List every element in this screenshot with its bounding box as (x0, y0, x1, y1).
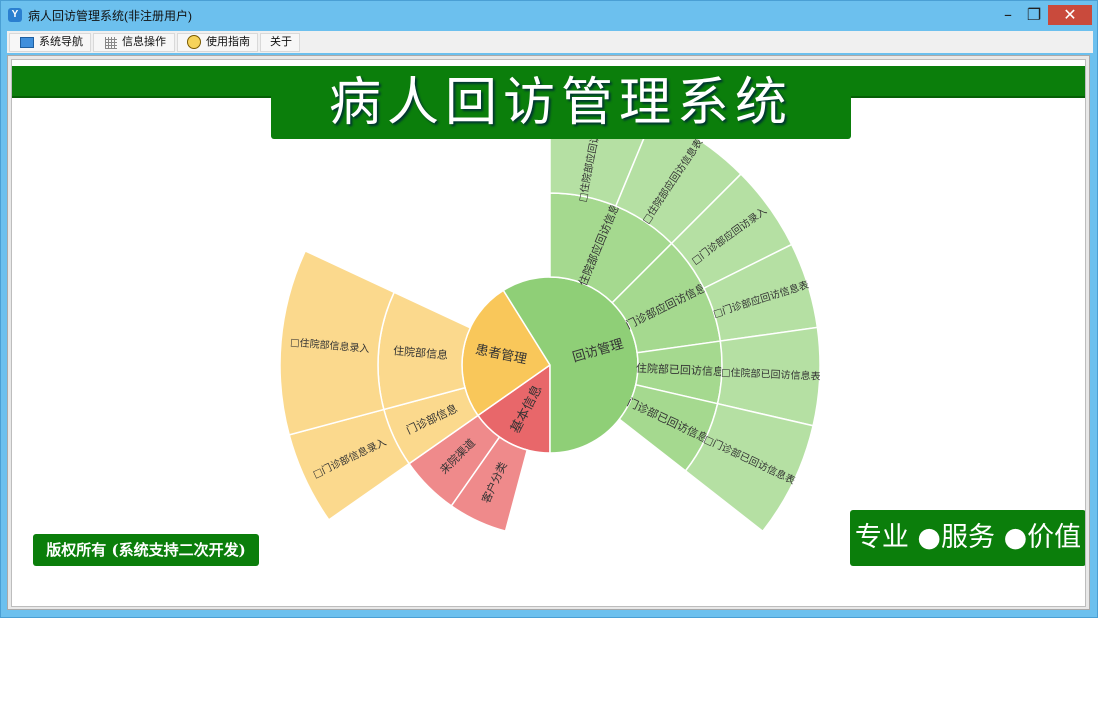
menu-item-user-guide[interactable]: 使用指南 (177, 33, 258, 52)
app-window: Y 病人回访管理系统(非注册用户) – ❐ ✕ 系统导航 信息操作 使用指南 关… (0, 0, 1098, 618)
copyright-badge: 版权所有 (系统支持二次开发) (33, 534, 259, 566)
canvas-area: 基本信息人员信息来院渠道客户分类患者管理门诊部信息□门诊部信息录入住院部信息□住… (11, 59, 1086, 607)
title-bar[interactable]: Y 病人回访管理系统(非注册用户) – ❐ ✕ (1, 1, 1097, 29)
main-panel: 基本信息人员信息来院渠道客户分类患者管理门诊部信息□门诊部信息录入住院部信息□住… (7, 55, 1090, 610)
menu-bar: 系统导航 信息操作 使用指南 关于 (7, 31, 1093, 53)
monitor-icon (20, 37, 34, 48)
menu-item-system-nav[interactable]: 系统导航 (9, 33, 91, 52)
close-button[interactable]: ✕ (1048, 5, 1092, 25)
menu-label: 系统导航 (39, 36, 83, 48)
menu-label: 使用指南 (206, 36, 250, 48)
menu-label: 信息操作 (122, 36, 166, 48)
maximize-button[interactable]: ❐ (1023, 5, 1045, 25)
window-title: 病人回访管理系统(非注册用户) (28, 9, 192, 23)
slogan-badge: 专业 ●服务 ●价值 (850, 510, 1085, 566)
app-logo-icon: Y (8, 8, 22, 22)
grid-icon (105, 37, 117, 49)
menu-item-info-ops[interactable]: 信息操作 (93, 33, 175, 52)
page-title: 病人回访管理系统 (271, 67, 851, 139)
clock-icon (187, 35, 201, 49)
minimize-button[interactable]: – (997, 5, 1019, 25)
menu-label: 关于 (270, 36, 292, 48)
menu-item-about[interactable]: 关于 (260, 33, 300, 52)
